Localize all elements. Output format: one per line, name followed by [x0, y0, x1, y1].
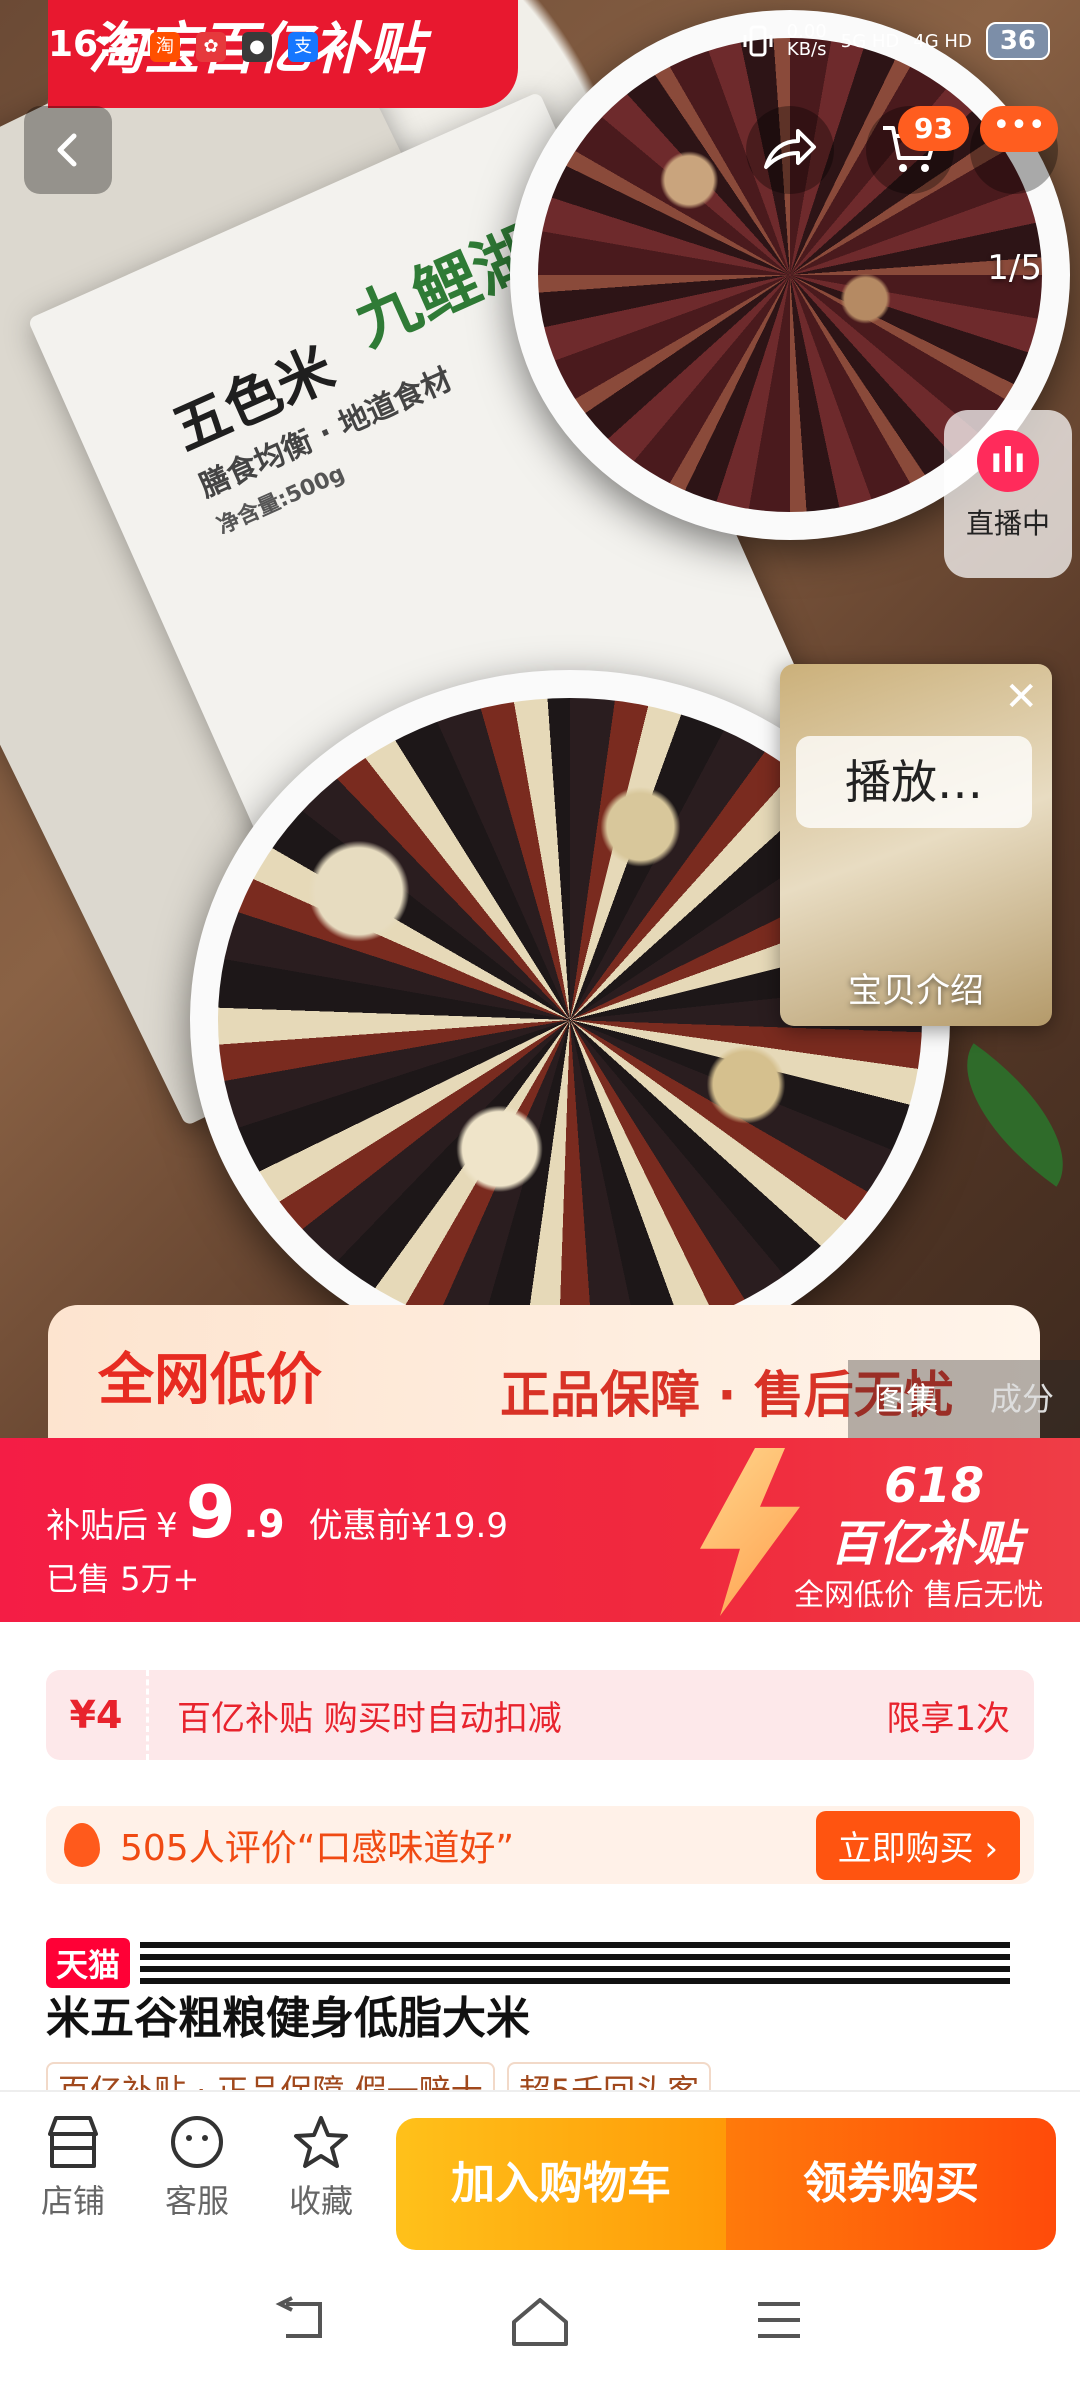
status-time: 16:21: [48, 24, 163, 65]
play-video-button[interactable]: 播放…: [796, 736, 1032, 828]
price-decimal: .9: [243, 1502, 285, 1546]
video-preview[interactable]: ✕ 播放… 宝贝介绍: [780, 664, 1052, 1026]
home-nav-icon[interactable]: [510, 2296, 570, 2348]
close-video-button[interactable]: ✕: [1004, 674, 1038, 720]
video-caption: 宝贝介绍: [848, 971, 984, 1011]
price-banner: 补贴后 ¥ 9 .9 优惠前¥19.9 已售 5万+ 618 百亿补贴 全网低价…: [0, 1438, 1080, 1622]
signal-4g: 4G HD: [913, 30, 972, 52]
gallery-segment-tabs: 图集 成分: [848, 1360, 1080, 1438]
share-button[interactable]: [746, 106, 834, 194]
live-bars-icon: ılı: [977, 430, 1039, 492]
share-icon: [764, 129, 816, 169]
event-slogan: 全网低价 售后无忧: [794, 1578, 1044, 1613]
tab-gallery[interactable]: 图集: [848, 1360, 964, 1438]
review-summary[interactable]: 505人评价“口感味道好” 立即购买 ›: [46, 1806, 1034, 1884]
cart-count-badge: 93: [898, 106, 969, 151]
tab-favorite-label: 收藏: [288, 2182, 353, 2220]
live-label: 直播中: [965, 507, 1050, 540]
add-to-cart-button[interactable]: 加入购物车: [396, 2118, 726, 2250]
system-nav-bar: [0, 2250, 1080, 2400]
message-notify-icon: ●: [242, 32, 272, 62]
back-button[interactable]: [24, 106, 112, 194]
app-notify-icon: ✿: [196, 32, 226, 62]
original-price: 优惠前¥19.9: [308, 1506, 508, 1546]
currency-symbol: ¥: [156, 1506, 178, 1546]
fire-icon: [64, 1823, 100, 1867]
event-name: 百亿补贴: [830, 1516, 1023, 1572]
review-text: 505人评价“口感味道好”: [120, 1828, 515, 1869]
after-subsidy-label: 补贴后: [46, 1506, 148, 1546]
back-nav-icon[interactable]: [272, 2296, 328, 2344]
vibrate-icon: [743, 25, 773, 57]
lightning-icon: [700, 1448, 800, 1616]
subsidy-coupon[interactable]: ¥4 百亿补贴 购买时自动扣减 限享1次: [46, 1670, 1034, 1760]
live-stream-entry[interactable]: ılı 直播中: [944, 410, 1072, 578]
coupon-amount: ¥4: [46, 1670, 149, 1760]
more-button[interactable]: •••: [970, 106, 1058, 194]
tab-favorite[interactable]: 收藏: [266, 2114, 376, 2222]
store-icon: [48, 2116, 98, 2168]
product-info: ¥4 百亿补贴 购买时自动扣减 限享1次 505人评价“口感味道好” 立即购买 …: [0, 1622, 1080, 2116]
status-bar: 16:21 淘 ✿ ● 支 0.00 KB/s 5G HD 4G HD 36: [0, 0, 1080, 100]
net-speed: 0.00 KB/s: [786, 21, 827, 60]
alipay-notify-icon: 支: [288, 32, 318, 62]
tab-customer-service-label: 客服: [164, 2182, 229, 2220]
chat-face-icon: [171, 2116, 223, 2168]
bottom-action-bar: 店铺 客服 收藏 加入购物车 领券购买: [0, 2090, 1080, 2252]
battery-indicator: 36: [985, 22, 1050, 60]
coupon-text: 百亿补贴 购买时自动扣减: [177, 1698, 562, 1739]
coupon-limit: 限享1次: [886, 1698, 1010, 1739]
tmall-badge: 天猫: [46, 1938, 131, 1988]
more-dots-icon: •••: [980, 106, 1058, 152]
tab-store-label: 店铺: [40, 2182, 105, 2220]
tab-ingredients[interactable]: 成分: [964, 1360, 1080, 1438]
star-icon: [294, 2116, 348, 2168]
taobao-notify-icon: 淘: [150, 32, 180, 62]
coupon-buy-button[interactable]: 领券购买: [726, 2118, 1056, 2250]
product-title: 米五谷粗粮健身低脂大米: [46, 1993, 530, 2044]
signal-5g: 5G HD: [840, 30, 900, 52]
price-integer: 9: [185, 1470, 236, 1554]
tab-store[interactable]: 店铺: [18, 2114, 128, 2222]
menu-nav-icon[interactable]: [754, 2296, 804, 2344]
redacted-title: [140, 1940, 1010, 1984]
chevron-left-icon: [57, 133, 77, 167]
sold-count: 已售 5万+: [46, 1560, 200, 1598]
tab-customer-service[interactable]: 客服: [142, 2114, 252, 2222]
image-counter: 1/5: [987, 248, 1042, 288]
promo-lowest-price: 全网低价: [98, 1348, 322, 1413]
leaf-decoration: [933, 1043, 1080, 1187]
buy-now-button[interactable]: 立即购买 ›: [815, 1810, 1020, 1880]
